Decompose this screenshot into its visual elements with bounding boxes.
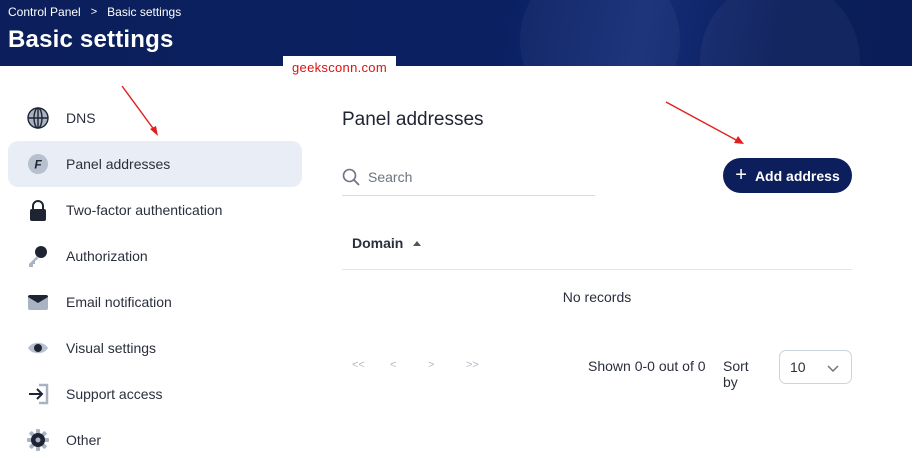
breadcrumb-control-panel[interactable]: Control Panel: [8, 5, 81, 19]
panel-f-icon: F: [26, 152, 50, 176]
table-header: Domain: [342, 222, 852, 270]
sidebar-item-label: Two-factor authentication: [66, 202, 223, 218]
sort-by-label: Sort by: [723, 358, 749, 390]
page-title: Basic settings: [8, 26, 174, 53]
sidebar-item-dns[interactable]: DNS: [8, 95, 302, 141]
page-header: Control Panel > Basic settings Basic set…: [0, 0, 912, 66]
sidebar-item-other[interactable]: Other: [8, 417, 302, 463]
annotation-arrow: [665, 101, 744, 144]
sidebar-item-label: Visual settings: [66, 340, 157, 356]
breadcrumb-separator: >: [90, 6, 98, 18]
sidebar-item-label: Email notification: [66, 294, 172, 310]
page-size-value: 10: [790, 359, 806, 375]
sidebar-item-support-access[interactable]: Support access: [8, 371, 302, 417]
sidebar-item-label: Panel addresses: [66, 156, 171, 172]
search-icon: [342, 168, 360, 186]
sidebar-item-panel-addresses[interactable]: F Panel addresses: [8, 141, 302, 187]
sidebar-item-two-factor[interactable]: Two-factor authentication: [8, 187, 302, 233]
globe-icon: [26, 106, 50, 130]
header-decoration: [520, 0, 680, 66]
column-header-domain[interactable]: Domain: [352, 235, 422, 251]
sidebar-item-visual-settings[interactable]: Visual settings: [8, 325, 302, 371]
last-page-button[interactable]: >>: [466, 359, 504, 371]
sidebar-item-label: Support access: [66, 386, 163, 402]
watermark: geeksconn.com: [283, 56, 396, 78]
sidebar-item-label: Authorization: [66, 248, 148, 264]
page-size-select[interactable]: 10: [779, 350, 852, 384]
svg-text:F: F: [34, 158, 42, 172]
search-input[interactable]: [368, 166, 588, 188]
prev-page-button[interactable]: <: [390, 359, 428, 371]
gear-icon: [26, 428, 50, 452]
sidebar-item-label: Other: [66, 432, 102, 448]
sort-ascending-icon: [413, 241, 422, 246]
login-arrow-icon: [26, 382, 50, 406]
header-decoration: [700, 0, 860, 66]
eye-icon: [26, 336, 50, 360]
section-title: Panel addresses: [342, 109, 484, 130]
column-label: Domain: [352, 235, 404, 251]
chevron-down-icon: [827, 361, 839, 373]
pagination-controls: << < > >>: [352, 359, 504, 371]
envelope-icon: [26, 290, 50, 314]
search-box: [342, 158, 595, 196]
add-address-button[interactable]: + Add address: [723, 158, 852, 193]
sidebar-item-label: DNS: [66, 110, 96, 126]
sidebar-item-email-notification[interactable]: Email notification: [8, 279, 302, 325]
breadcrumb-basic-settings: Basic settings: [107, 5, 182, 19]
empty-state: No records: [562, 289, 632, 305]
lock-icon: [26, 198, 50, 222]
key-icon: [26, 244, 50, 268]
sidebar-item-authorization[interactable]: Authorization: [8, 233, 302, 279]
pagination-summary: Shown 0-0 out of 0: [588, 358, 706, 374]
first-page-button[interactable]: <<: [352, 359, 390, 371]
add-address-label: Add address: [754, 167, 840, 184]
next-page-button[interactable]: >: [428, 359, 466, 371]
plus-icon: +: [735, 163, 747, 186]
sidebar: DNS F Panel addresses Two-factor authent…: [8, 95, 302, 463]
breadcrumb: Control Panel > Basic settings: [8, 5, 181, 19]
